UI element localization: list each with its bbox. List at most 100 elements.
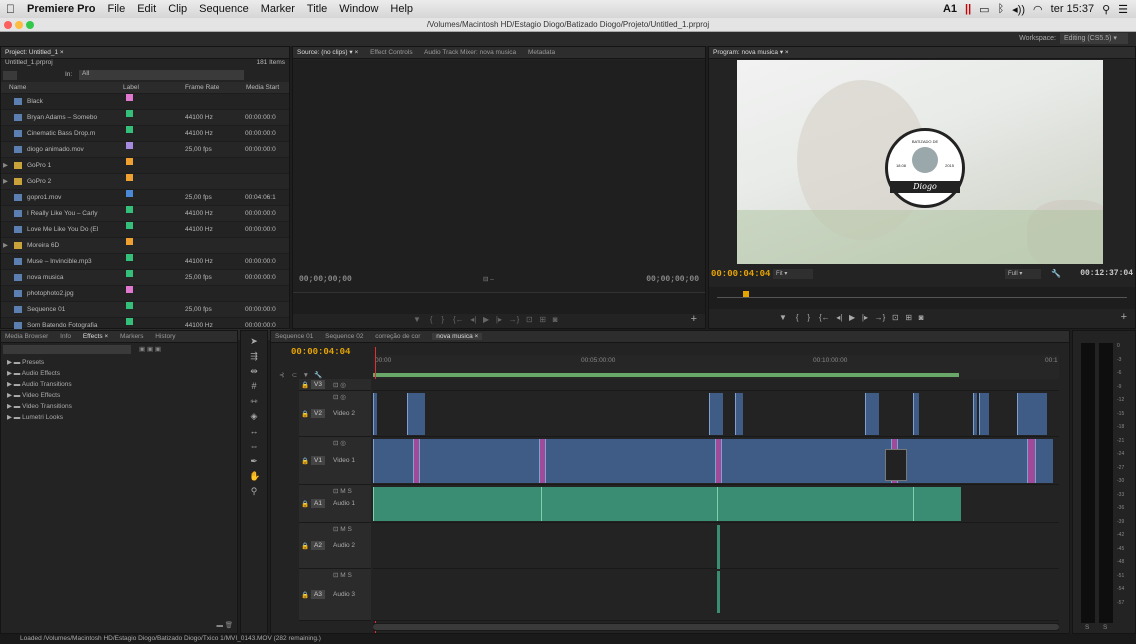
video-clip[interactable]	[913, 393, 919, 435]
effects-folder[interactable]: ▶ ▬ Audio Transitions	[1, 379, 237, 390]
program-video-frame[interactable]: BATIZADO DE 18.08 2015 Diogo	[737, 60, 1103, 264]
mark-out-icon[interactable]: }	[441, 315, 444, 324]
go-to-in-icon[interactable]: {←	[819, 313, 830, 322]
lock-icon[interactable]: 🔒	[301, 500, 309, 508]
track-header-a3[interactable]: 🔒 A3 Audio 3 ⊡ M S	[299, 569, 371, 621]
apple-icon[interactable]: 	[0, 2, 21, 16]
export-frame-icon[interactable]: ◙	[553, 315, 558, 324]
playhead-icon[interactable]	[743, 291, 749, 297]
ripple-edit-tool-icon[interactable]: ⇹	[249, 366, 259, 376]
project-item[interactable]: Black	[1, 94, 289, 110]
wrench-icon[interactable]: 🔧	[1051, 269, 1061, 278]
lock-icon[interactable]: 🔒	[301, 457, 309, 465]
label-swatch[interactable]	[126, 286, 133, 293]
menu-file[interactable]: File	[101, 3, 131, 15]
effects-folder[interactable]: ▶ ▬ Lumetri Looks	[1, 412, 237, 423]
video-clip[interactable]	[373, 393, 377, 435]
label-swatch[interactable]	[126, 238, 133, 245]
label-swatch[interactable]	[126, 206, 133, 213]
lock-icon[interactable]: 🔒	[301, 542, 309, 550]
video-clip[interactable]	[1027, 439, 1035, 483]
track-lane-a3[interactable]	[373, 569, 1059, 621]
linked-selection-icon[interactable]: ⊂	[292, 372, 297, 379]
project-item[interactable]: nova musica 25,00 fps 00:00:00:0	[1, 270, 289, 286]
search-input[interactable]	[3, 71, 17, 80]
add-button-icon[interactable]: +	[1121, 311, 1127, 323]
go-to-out-icon[interactable]: →}	[509, 315, 520, 324]
video-clip[interactable]	[709, 393, 723, 435]
project-item[interactable]: diogo animado.mov 25,00 fps 00:00:00:0	[1, 142, 289, 158]
video-clip[interactable]	[865, 393, 879, 435]
lock-icon[interactable]: 🔒	[301, 591, 309, 599]
track-header-a1[interactable]: 🔒 A1 Audio 1 ⊡ M S	[299, 485, 371, 523]
audio-clip[interactable]	[913, 487, 961, 521]
step-back-icon[interactable]: ◂|	[470, 315, 476, 324]
effects-folder[interactable]: ▶ ▬ Presets	[1, 357, 237, 368]
new-bin-icon[interactable]: ▬	[217, 622, 224, 629]
tab-sequence-02[interactable]: Sequence 02	[325, 333, 363, 340]
play-icon[interactable]: ▶	[483, 315, 489, 324]
settings-wrench-icon[interactable]: 🔧	[314, 372, 322, 379]
tab-program[interactable]: Program: nova musica ▾ ×	[713, 49, 789, 56]
mark-in-icon[interactable]: {	[430, 315, 433, 324]
track-lane-a2[interactable]	[373, 523, 1059, 569]
source-scrubber[interactable]	[293, 292, 705, 314]
tab-audio-mixer[interactable]: Audio Track Mixer: nova musica	[424, 49, 516, 56]
solo-left-button[interactable]: S	[1085, 624, 1089, 631]
video-clip[interactable]	[419, 439, 539, 483]
project-item[interactable]: Muse – Invincible.mp3 44100 Hz 00:00:00:0	[1, 254, 289, 270]
step-forward-icon[interactable]: |▸	[862, 313, 868, 322]
workspace-select[interactable]: Editing (CS5.5) ▾	[1060, 33, 1128, 44]
effects-folder[interactable]: ▶ ▬ Video Transitions	[1, 401, 237, 412]
solo-right-button[interactable]: S	[1103, 624, 1107, 631]
overwrite-icon[interactable]: ⊞	[539, 315, 546, 324]
video-clip[interactable]	[1017, 393, 1047, 435]
column-media-start[interactable]: Media Start	[246, 82, 279, 94]
lock-icon[interactable]: 🔒	[301, 381, 309, 389]
project-item[interactable]: Love Me Like You Do (El 44100 Hz 00:00:00:…	[1, 222, 289, 238]
column-label[interactable]: Label	[123, 82, 139, 94]
lift-icon[interactable]: ⊡	[892, 313, 899, 322]
selection-tool-icon[interactable]: ➤	[249, 336, 259, 346]
audio-clip[interactable]	[717, 571, 720, 613]
trash-icon[interactable]: 🗑	[225, 621, 233, 629]
video-clip[interactable]	[545, 439, 715, 483]
source-viewer[interactable]	[293, 60, 705, 314]
track-id[interactable]: V2	[311, 409, 325, 418]
tab-source[interactable]: Source: (no clips) ▾ ×	[297, 49, 358, 56]
lock-icon[interactable]: 🔒	[301, 410, 309, 418]
insert-icon[interactable]: ⊡	[526, 315, 533, 324]
label-swatch[interactable]	[126, 190, 133, 197]
menu-sequence[interactable]: Sequence	[193, 3, 255, 15]
video-clip[interactable]	[897, 439, 1027, 483]
mark-out-icon[interactable]: }	[807, 313, 810, 322]
eye-icon[interactable]: ⊡ ◎	[333, 381, 346, 389]
video-clip[interactable]	[407, 393, 425, 435]
drop-frame-icon[interactable]: ⊟ –	[483, 275, 494, 283]
audio-clip[interactable]	[541, 487, 717, 521]
search-icon[interactable]: ⚲	[1102, 3, 1110, 16]
column-frame-rate[interactable]: Frame Rate	[185, 82, 219, 94]
video-clip[interactable]	[721, 439, 891, 483]
mute-solo-icon[interactable]: ⊡ M S	[333, 571, 352, 579]
volume-icon[interactable]: ◂))	[1012, 3, 1025, 16]
add-marker-icon[interactable]: ▼	[303, 372, 309, 379]
go-to-out-icon[interactable]: →}	[875, 313, 886, 322]
source-timecode[interactable]: 00;00;00;00	[299, 275, 352, 284]
label-swatch[interactable]	[126, 254, 133, 261]
project-item[interactable]: ▶ GoPro 2	[1, 174, 289, 190]
project-item[interactable]: photophoto2.jpg	[1, 286, 289, 302]
audio-clip[interactable]	[717, 525, 720, 569]
go-to-in-icon[interactable]: {←	[453, 315, 464, 324]
play-icon[interactable]: ▶	[849, 313, 855, 322]
bluetooth-icon[interactable]: ᛒ	[998, 3, 1005, 15]
track-select-tool-icon[interactable]: ⇶	[249, 351, 259, 361]
wifi-icon[interactable]: ◠	[1033, 3, 1043, 16]
close-window-button[interactable]	[4, 21, 12, 29]
rate-stretch-tool-icon[interactable]: ⇿	[249, 396, 259, 406]
tab-media-browser[interactable]: Media Browser	[5, 333, 48, 340]
airplay-icon[interactable]: ▭	[979, 3, 989, 16]
menu-title[interactable]: Title	[301, 3, 333, 15]
step-back-icon[interactable]: ◂|	[836, 313, 842, 322]
disclosure-triangle-icon[interactable]: ▶	[3, 174, 8, 190]
